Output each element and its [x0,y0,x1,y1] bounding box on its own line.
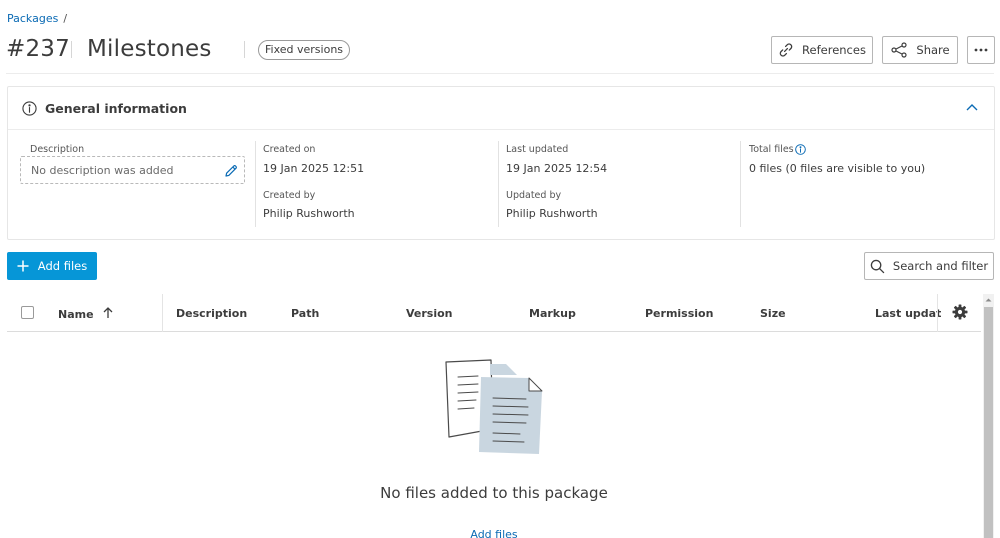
column-header-last-updated[interactable]: Last updated [875,307,941,320]
column-divider [740,141,741,227]
references-label: References [802,43,866,57]
column-resize-handle[interactable] [162,294,163,332]
description-field[interactable]: No description was added [20,156,245,184]
title-divider [244,41,245,58]
pencil-icon[interactable] [224,164,238,178]
ellipsis-icon [974,48,988,52]
column-header-name[interactable]: Name [58,307,113,321]
general-information-title: General information [45,101,187,116]
updated-by-value: Philip Rushworth [506,207,598,220]
updated-by-label: Updated by [506,190,562,201]
search-and-filter-button[interactable]: Search and filter [864,252,994,280]
column-header-version[interactable]: Version [406,307,453,320]
search-and-filter-label: Search and filter [892,259,989,273]
select-all-checkbox[interactable] [21,306,34,319]
description-label: Description [30,144,85,155]
general-information-header[interactable]: General information [8,87,994,130]
references-button[interactable]: References [771,36,873,64]
column-divider [255,141,256,227]
last-updated-label: Last updated [506,144,569,155]
column-divider [937,294,938,332]
add-files-label: Add files [37,259,88,273]
created-on-value: 19 Jan 2025 12:51 [263,162,365,175]
info-icon[interactable] [795,144,806,155]
link-icon [779,43,793,57]
scroll-up-arrow-icon[interactable] [983,294,994,306]
column-divider [498,141,499,227]
sort-ascending-icon [103,307,113,318]
share-label: Share [916,43,950,57]
info-icon [22,101,37,116]
breadcrumb: Packages / [7,12,67,25]
search-icon [870,259,885,273]
breadcrumb-separator: / [63,12,68,25]
total-files-label: Total files [749,144,794,155]
empty-state-message: No files added to this package [380,484,608,502]
chevron-up-icon[interactable] [966,103,978,111]
empty-files-illustration [445,359,543,454]
share-icon [891,42,908,58]
general-information-panel: General information Description No descr… [7,86,995,240]
fixed-versions-badge: Fixed versions [258,40,351,60]
created-on-label: Created on [263,144,316,155]
last-updated-value: 19 Jan 2025 12:54 [506,162,608,175]
column-header-markup[interactable]: Markup [529,307,576,320]
column-header-permission[interactable]: Permission [645,307,713,320]
created-by-value: Philip Rushworth [263,207,355,220]
total-files-value: 0 files (0 files are visible to you) [749,162,926,175]
add-files-button[interactable]: Add files [7,252,97,280]
description-placeholder: No description was added [31,164,174,177]
plus-icon [17,260,29,272]
header-divider [6,73,994,74]
column-header-path[interactable]: Path [291,307,319,320]
more-options-button[interactable] [967,36,995,64]
column-header-size[interactable]: Size [760,307,786,320]
column-header-description[interactable]: Description [176,307,247,320]
scrollbar-thumb[interactable] [984,307,993,538]
empty-state-add-files-link[interactable]: Add files [0,528,988,538]
created-by-label: Created by [263,190,316,201]
share-button[interactable]: Share [882,36,958,64]
files-table-header: Name Description Path Version Markup Per… [7,294,981,332]
title-divider [71,41,72,58]
package-title: Milestones [87,36,212,62]
gear-icon[interactable] [952,304,968,320]
breadcrumb-packages-link[interactable]: Packages [7,12,58,25]
package-number: #237 [6,36,70,62]
